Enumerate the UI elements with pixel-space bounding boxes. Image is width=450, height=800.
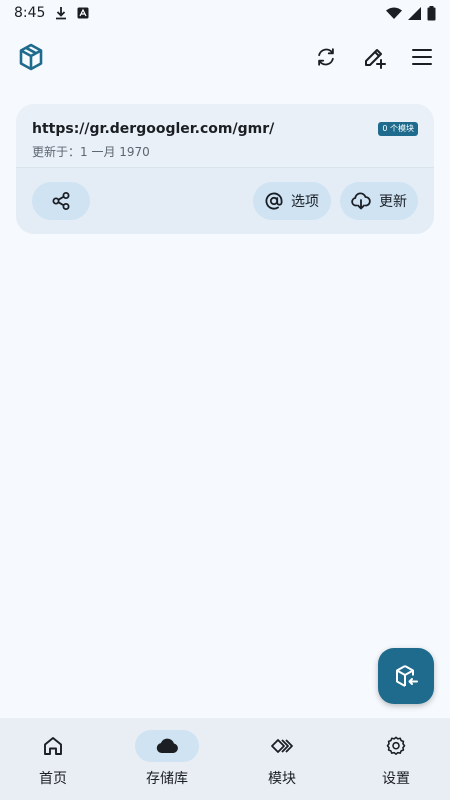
module-count-badge: 0 个模块: [378, 122, 418, 136]
bottom-navigation: 首页 存储库 模块 设置: [0, 718, 450, 800]
edit-add-icon: [365, 49, 386, 69]
cloud-download-icon: [351, 192, 371, 210]
nav-item-settings[interactable]: 设置: [356, 730, 436, 790]
refresh-icon: [318, 48, 334, 66]
status-bar: 8:45: [0, 0, 450, 26]
menu-icon: [412, 49, 432, 65]
cloud-icon: [156, 738, 178, 753]
add-module-fab[interactable]: [378, 648, 434, 704]
nav-label-home: 首页: [39, 771, 67, 787]
app-logo-icon: [19, 43, 43, 71]
nav-item-repositories[interactable]: 存储库: [127, 730, 207, 790]
options-button[interactable]: 选项: [253, 182, 331, 220]
signal-icon: [408, 6, 421, 20]
repo-card: https://gr.dergoogler.com/gmr/ 更新于：1 一月 …: [16, 104, 434, 234]
at-sign-icon: [265, 192, 283, 210]
repo-card-header[interactable]: https://gr.dergoogler.com/gmr/ 更新于：1 一月 …: [16, 104, 434, 168]
nav-label-modules: 模块: [268, 771, 296, 787]
update-label: 更新: [379, 194, 407, 210]
share-button[interactable]: [32, 182, 90, 220]
battery-icon: [427, 5, 436, 20]
nav-item-home[interactable]: 首页: [13, 730, 93, 790]
nav-label-repositories: 存储库: [146, 771, 188, 787]
add-repo-button[interactable]: [356, 39, 392, 75]
app-notification-icon: [77, 7, 89, 19]
wifi-icon: [386, 7, 402, 19]
modules-icon: [271, 739, 293, 753]
nav-item-modules[interactable]: 模块: [242, 730, 322, 790]
update-button[interactable]: 更新: [340, 182, 418, 220]
top-app-bar: [0, 36, 450, 78]
options-label: 选项: [291, 194, 319, 210]
gear-icon: [386, 736, 406, 755]
status-time: 8:45: [14, 5, 46, 21]
repo-updated-date: 更新于：1 一月 1970: [32, 145, 150, 159]
nav-label-settings: 设置: [382, 771, 410, 787]
menu-button[interactable]: [404, 39, 440, 75]
package-import-icon: [396, 665, 418, 687]
download-icon: [56, 7, 67, 20]
refresh-button[interactable]: [308, 39, 344, 75]
home-icon: [44, 737, 62, 755]
share-icon: [52, 192, 70, 210]
repo-url: https://gr.dergoogler.com/gmr/: [32, 121, 275, 137]
